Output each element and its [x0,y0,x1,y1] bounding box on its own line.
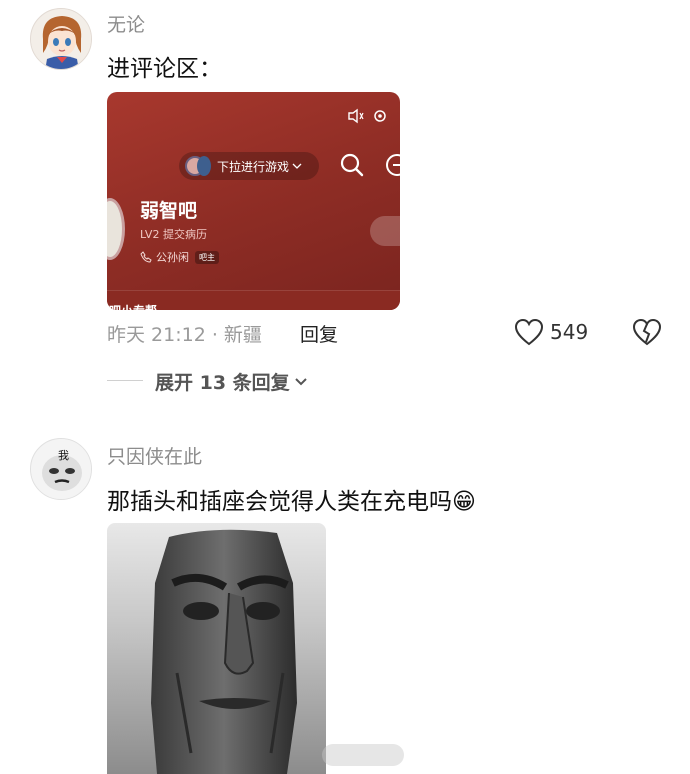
anime-girl-avatar-icon [31,9,91,69]
username[interactable]: 只因侠在此 [107,442,202,469]
search-icon[interactable] [339,152,365,178]
forum-logo [107,198,125,260]
forum-owner: 公孙闲 吧主 [140,249,219,265]
pull-down-game-pill[interactable]: 下拉进行游戏 [179,152,319,180]
bottom-text: 吧小专帮 [109,302,157,310]
expand-replies-button[interactable]: 展开 13 条回复 [155,368,308,395]
pill-label: 下拉进行游戏 [217,159,290,174]
grin-emoji: 😁 [452,489,476,515]
svg-text:我: 我 [58,449,69,462]
embedded-screenshot[interactable]: 下拉进行游戏 弱智吧 LV2 提交病历 公孙闲 吧主 吧小专帮 [107,92,400,310]
dislike-button[interactable] [632,318,662,350]
meme-face-avatar-icon: 我 [31,439,91,499]
reply-button[interactable]: 回复 [300,320,338,347]
owner-tag: 吧主 [195,250,219,264]
broken-heart-icon [632,318,662,346]
comment-text: 那插头和插座会觉得人类在充电吗😁 [107,482,476,516]
chevron-down-icon [292,163,302,169]
comment-text: 进评论区： [107,56,222,82]
username[interactable]: 无论 [107,10,145,37]
settings-icon [374,110,386,122]
follow-button[interactable] [370,216,400,246]
avatar[interactable]: 我 [30,438,92,500]
like-button[interactable]: 549 [514,318,588,346]
like-count: 549 [550,320,589,344]
moai-statue-icon [151,529,297,774]
phone-icon [140,251,152,263]
avatar[interactable] [30,8,92,70]
comment-meta: 昨天 21:12 · 新疆 [107,324,262,346]
chevron-down-icon [294,377,307,385]
comment-body: 那插头和插座会觉得人类在充电吗 [107,489,452,515]
expand-label: 展开 13 条回复 [155,372,290,394]
watermark [322,744,404,766]
speaker-mute-icon [348,108,364,124]
comment-image[interactable] [107,523,326,774]
heart-icon [514,318,544,346]
avatar [197,156,211,176]
forum-name: 弱智吧 [140,200,198,222]
divider [107,380,143,381]
forum-level: LV2 提交病历 [140,228,207,241]
more-icon[interactable] [383,152,400,178]
owner-name: 公孙闲 [156,251,189,264]
